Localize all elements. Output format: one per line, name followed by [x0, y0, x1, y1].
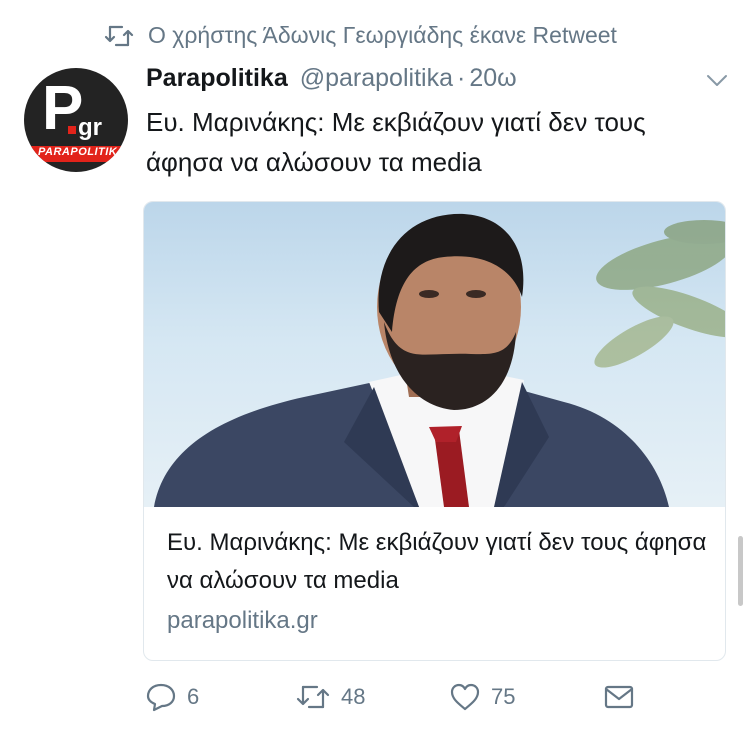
- link-card[interactable]: Ευ. Μαρινάκης: Με εκβιάζουν γιατί δεν το…: [143, 201, 726, 661]
- retweet-action-icon: [296, 685, 330, 709]
- card-domain: parapolitika.gr: [167, 607, 318, 634]
- reply-icon: [146, 683, 176, 712]
- retweet-button[interactable]: 48: [295, 682, 365, 712]
- tweet-text: Ευ. Μαρινάκης: Με εκβιάζουν γιατί δεν το…: [146, 107, 646, 177]
- retweet-notice-text: Ο χρήστης Άδωνις Γεωργιάδης έκανε Retwee…: [148, 22, 617, 48]
- avatar-logo-suffix: gr: [78, 114, 102, 141]
- tweet-timestamp[interactable]: 20ω: [469, 64, 516, 93]
- retweet-icon: [104, 25, 134, 46]
- header-separator: ·: [456, 64, 466, 92]
- tweet-header: Parapolitika @parapolitika · 20ω: [146, 64, 517, 93]
- author-name[interactable]: Parapolitika: [146, 64, 288, 93]
- like-count: 75: [491, 684, 516, 709]
- card-title: Ευ. Μαρινάκης: Με εκβιάζουν γιατί δεν το…: [167, 529, 707, 594]
- avatar-logo-word: PARAPOLITIKA: [38, 146, 126, 158]
- like-button[interactable]: 75: [449, 682, 515, 712]
- envelope-icon: [604, 685, 634, 709]
- direct-message-button[interactable]: [603, 682, 645, 712]
- card-image: [144, 202, 725, 507]
- reply-count: 6: [187, 684, 200, 709]
- avatar-logo-dot: [68, 126, 76, 134]
- avatar[interactable]: P gr PARAPOLITIKA: [24, 68, 128, 172]
- chevron-down-icon[interactable]: [706, 74, 728, 88]
- reply-button[interactable]: 6: [145, 682, 199, 712]
- scrollbar[interactable]: [738, 536, 743, 606]
- tweet-actions: 6 48 75: [145, 682, 645, 722]
- author-handle[interactable]: @parapolitika: [300, 64, 453, 93]
- retweet-notice[interactable]: Ο χρήστης Άδωνις Γεωργιάδης έκανε Retwee…: [104, 22, 617, 49]
- heart-icon: [450, 683, 480, 711]
- retweet-count: 48: [341, 684, 366, 709]
- card-photo: [154, 213, 725, 507]
